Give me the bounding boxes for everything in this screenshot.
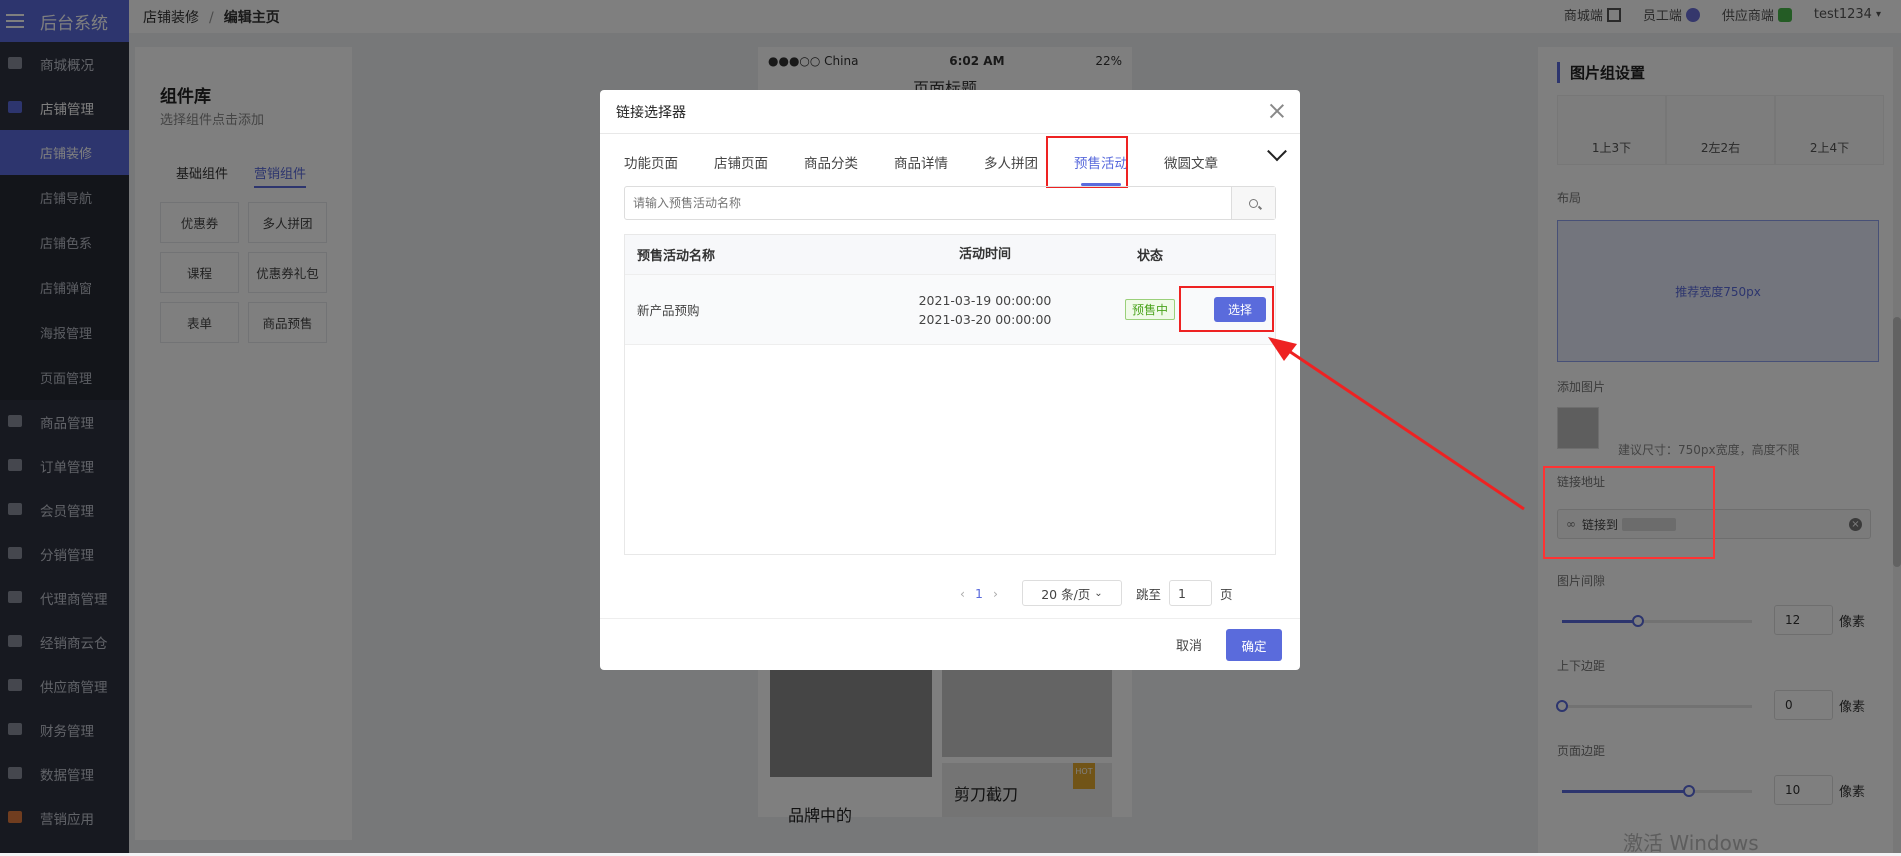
tab-articles[interactable]: 微圆文章: [1164, 150, 1218, 180]
search-button[interactable]: [1231, 187, 1275, 219]
dialog-footer: 取消 确定: [600, 618, 1300, 670]
search-bar: [624, 186, 1276, 220]
next-page-button[interactable]: ›: [993, 586, 998, 601]
column-time: 活动时间: [958, 247, 1011, 262]
search-icon: [1249, 198, 1258, 208]
pagination: ‹ 1 › 20 条/页 ⌄ 跳至 1 页: [960, 580, 1232, 606]
activity-name: 新产品预购: [637, 303, 700, 318]
chevron-down-icon: ⌄: [1094, 587, 1103, 599]
page-size-select[interactable]: 20 条/页 ⌄: [1021, 580, 1122, 606]
dialog-title: 链接选择器: [616, 104, 686, 121]
column-name: 预售活动名称: [637, 249, 716, 264]
column-status: 状态: [1136, 249, 1163, 264]
search-input[interactable]: [625, 187, 1231, 219]
status-badge: 预售中: [1124, 299, 1175, 320]
presale-table: 预售活动名称 活动时间 状态 新产品预购 2021-03-19 00:00:00…: [624, 234, 1276, 555]
page-size-value: 20 条/页: [1041, 586, 1091, 602]
tab-shop-pages[interactable]: 店铺页面: [714, 150, 768, 180]
link-selector-dialog: 链接选择器 功能页面 店铺页面 商品分类 商品详情 多人拼团 预售活动 微圆文章…: [600, 90, 1300, 670]
table-row[interactable]: 新产品预购 2021-03-19 00:00:00 2021-03-20 00:…: [625, 275, 1275, 345]
tab-function-pages[interactable]: 功能页面: [624, 150, 678, 180]
confirm-button[interactable]: 确定: [1226, 629, 1282, 661]
close-icon[interactable]: [1268, 102, 1286, 120]
page-suffix: 页: [1219, 586, 1233, 602]
cancel-button[interactable]: 取消: [1176, 635, 1202, 654]
activity-start: 2021-03-19 00:00:00: [918, 292, 1052, 308]
page-number[interactable]: 1: [975, 586, 983, 601]
tab-goods-category[interactable]: 商品分类: [804, 150, 858, 180]
activity-time: 2021-03-19 00:00:00 2021-03-20 00:00:00: [875, 291, 1095, 329]
tab-group-buy[interactable]: 多人拼团: [984, 150, 1038, 180]
annotation-tab-highlight: [1046, 136, 1128, 188]
dialog-tabs: 功能页面 店铺页面 商品分类 商品详情 多人拼团 预售活动 微圆文章: [624, 141, 1287, 186]
activity-end: 2021-03-20 00:00:00: [918, 311, 1052, 327]
table-header: 预售活动名称 活动时间 状态: [625, 235, 1275, 275]
jump-input[interactable]: 1: [1168, 580, 1212, 606]
annotation-link-highlight: [1543, 466, 1715, 559]
tab-goods-detail[interactable]: 商品详情: [894, 150, 948, 180]
prev-page-button[interactable]: ‹: [960, 586, 965, 601]
jump-label: 跳至: [1135, 586, 1161, 602]
chevron-down-icon[interactable]: [1267, 141, 1287, 162]
annotation-select-highlight: [1179, 286, 1274, 332]
dialog-header: 链接选择器: [600, 90, 1300, 134]
